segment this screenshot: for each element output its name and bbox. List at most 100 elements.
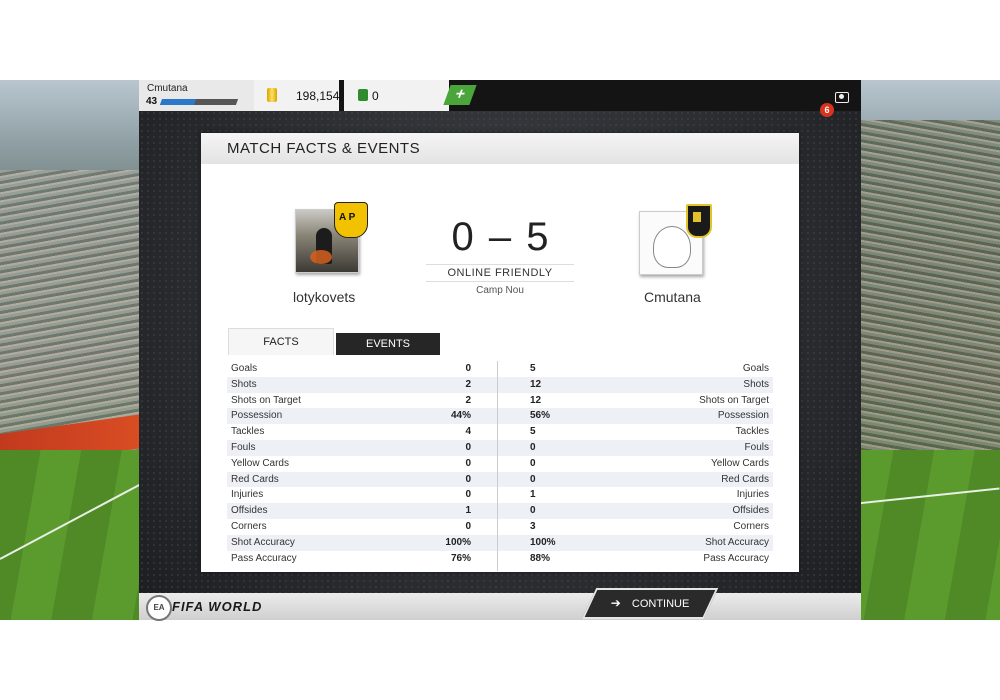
cat-drawing-icon [653,226,691,268]
match-facts-card: MATCH FACTS & EVENTS lotykovets Cmutana … [201,133,799,572]
stat-label-home: Tackles [231,426,265,438]
home-crest-icon [334,202,368,238]
notification-badge[interactable]: 6 [820,103,834,117]
fifa-world-logo: FIFA WORLD [172,599,263,614]
continue-button[interactable]: ➔ CONTINUE [581,588,719,619]
tab-events[interactable]: EVENTS [336,333,440,355]
away-team-name: Cmutana [644,289,701,305]
away-crest-icon [686,204,712,238]
stat-value-home: 0 [465,441,471,453]
stat-label-away: Yellow Cards [711,457,769,469]
ea-sports-logo: EA [146,595,172,621]
points-icon [358,89,368,101]
stat-label-home: Shots on Target [231,394,301,406]
stat-label-away: Pass Accuracy [703,552,769,564]
match-venue: Camp Nou [476,285,524,296]
stat-label-home: Possession [231,410,283,422]
card-header: MATCH FACTS & EVENTS [201,133,799,164]
stat-value-home: 0 [465,489,471,501]
stat-row: Goals 0 5 Goals [227,361,773,377]
coins-value: 198,154 [296,89,340,103]
card-title: MATCH FACTS & EVENTS [227,140,421,157]
stat-label-away: Tackles [735,426,769,438]
points-value: 0 [372,89,379,103]
stat-row: Offsides 1 0 Offsides [227,503,773,519]
stat-label-away: Corners [733,520,769,532]
stat-row: Injuries 0 1 Injuries [227,487,773,503]
continue-label: CONTINUE [631,598,690,610]
points-box: 0 [344,80,449,111]
home-team-logo [295,202,368,273]
camera-icon[interactable] [835,92,849,103]
stat-label-away: Shot Accuracy [705,536,769,548]
xp-progress-fill [159,99,197,105]
stat-row: Fouls 0 0 Fouls [227,439,773,456]
stat-label-home: Pass Accuracy [231,552,297,564]
stat-label-away: Red Cards [721,473,769,485]
stat-value-away: 100% [530,536,556,548]
stat-row: Possession 44% 56% Possession [227,408,773,425]
arrow-right-icon: ➔ [610,596,621,610]
stat-value-away: 0 [530,457,536,469]
stat-value-away: 5 [530,363,536,374]
stats-table: Goals 0 5 Goals Shots 2 12 Shots Shots on Target… [227,361,773,566]
stat-label-away: Possession [717,410,769,422]
tab-facts[interactable]: FACTS [228,328,334,355]
stat-row: Shots 2 12 Shots [227,376,773,393]
user-level: 43 [146,96,158,107]
buy-points-button[interactable]: + [443,85,477,105]
stat-value-home: 2 [465,394,471,406]
explosion-icon [310,250,332,264]
stat-label-away: Shots on Target [699,394,769,406]
stat-label-away: Fouls [744,441,769,453]
bottom-bar: EA FIFA WORLD ➔ CONTINUE [139,588,861,621]
stat-label-home: Yellow Cards [231,457,289,469]
stat-label-away: Offsides [732,505,770,517]
stat-value-away: 3 [530,520,536,532]
match-score: 0 – 5 [451,215,551,259]
home-team-name: lotykovets [293,289,356,305]
match-type: ONLINE FRIENDLY [426,264,574,282]
stat-label-away: Injuries [736,489,769,501]
stat-value-away: 5 [530,426,536,438]
stat-label-home: Shot Accuracy [231,536,295,548]
stat-label-home: Injuries [231,489,264,501]
stat-value-home: 100% [445,536,471,548]
username: Cmutana [147,83,188,94]
stat-value-away: 12 [530,378,542,390]
stat-value-away: 56% [530,410,551,422]
top-bar: Cmutana 43 198,154 0 + 6 [139,80,861,117]
stat-label-home: Red Cards [231,473,279,485]
stat-row: Pass Accuracy 76% 88% Pass Accuracy [227,551,773,567]
stat-row: Red Cards 0 0 Red Cards [227,471,773,488]
stat-row: Corners 0 3 Corners [227,519,773,535]
stat-label-away: Shots [743,378,769,390]
stat-row: Shots on Target 2 12 Shots on Target [227,393,773,409]
stat-value-home: 0 [465,473,471,485]
stat-value-home: 0 [465,520,471,532]
stat-label-away: Goals [742,363,769,374]
stat-value-home: 0 [465,363,471,374]
stats-divider [497,361,498,571]
stat-value-away: 88% [530,552,551,564]
coin-icon [267,88,277,102]
stat-value-away: 0 [530,473,536,485]
stat-label-home: Fouls [231,441,256,453]
stat-value-home: 76% [450,552,471,564]
stat-value-home: 4 [465,426,471,438]
stat-label-home: Offsides [231,505,268,517]
stadium-right-stand [860,120,1000,480]
coins-box: 198,154 [254,80,339,111]
user-profile-box[interactable]: Cmutana 43 [139,80,254,111]
stat-value-away: 0 [530,505,536,517]
stat-label-home: Shots [231,378,257,390]
stat-value-away: 12 [530,394,542,406]
stat-value-home: 44% [450,410,471,422]
stat-label-home: Corners [231,520,267,532]
stat-value-home: 1 [465,505,471,517]
stat-row: Yellow Cards 0 0 Yellow Cards [227,456,773,472]
away-team-logo [639,204,712,275]
stat-label-home: Goals [231,363,258,374]
stat-row: Tackles 4 5 Tackles [227,424,773,440]
stat-value-home: 0 [465,457,471,469]
